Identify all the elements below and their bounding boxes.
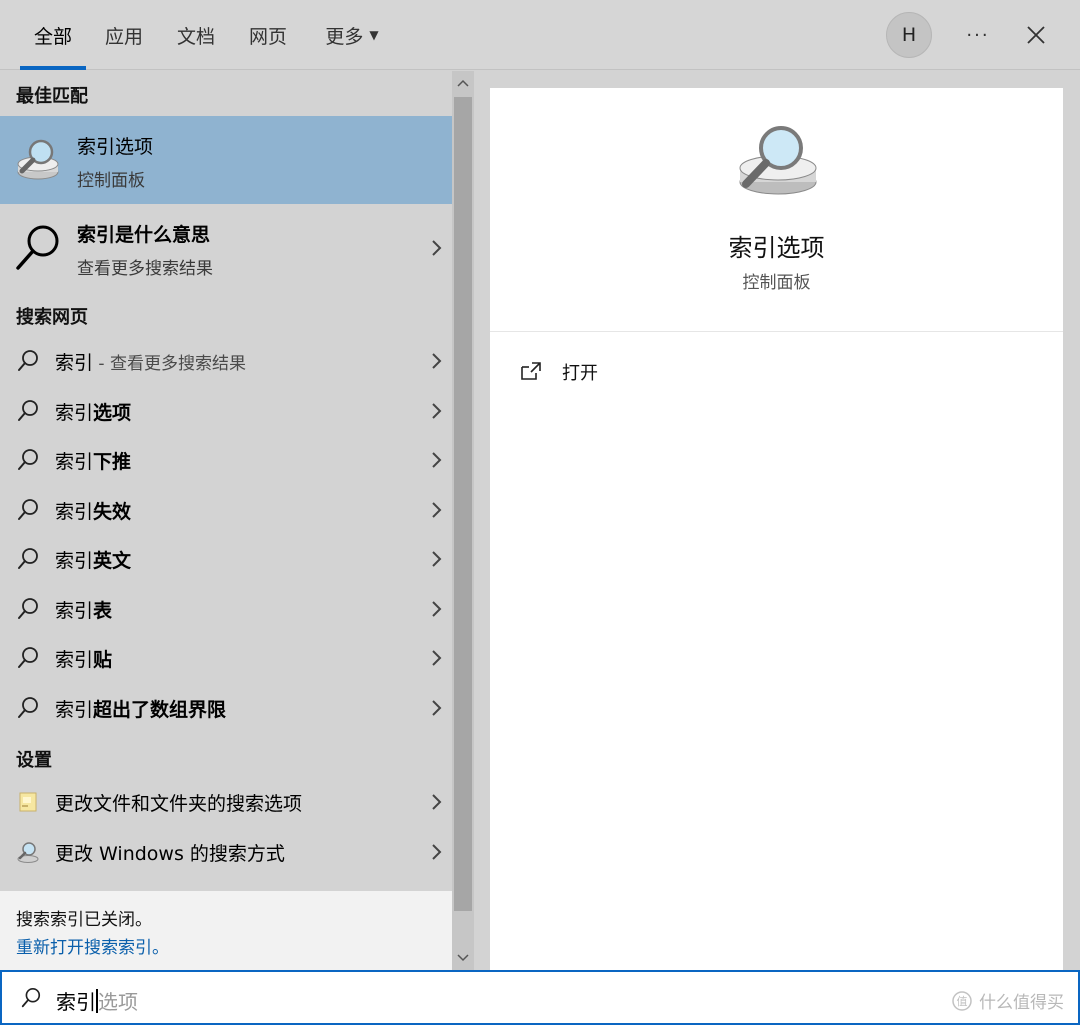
search-icon — [21, 988, 41, 1008]
section-title-web: 搜索网页 — [16, 307, 88, 328]
open-external-icon — [521, 362, 541, 380]
chevron-down-icon — [457, 954, 469, 962]
watermark: 值 什么值得买 — [951, 988, 1064, 1013]
search-typed-text: 索引 — [56, 990, 96, 1014]
chevron-right-icon — [432, 240, 442, 256]
web-search-item[interactable]: 索引英文 — [0, 535, 452, 583]
chevron-right-icon — [432, 794, 442, 810]
settings-item-folder-search[interactable]: 更改文件和文件夹的搜索选项 — [0, 778, 452, 826]
scroll-up-button[interactable] — [452, 71, 474, 95]
web-search-item[interactable]: 索引贴 — [0, 634, 452, 682]
web-item-hint: - 查看更多搜索结果 — [93, 353, 246, 374]
folder-options-icon — [19, 792, 37, 812]
chevron-right-icon — [432, 844, 442, 860]
search-icon — [18, 499, 38, 520]
web-search-item[interactable]: 索引选项 — [0, 387, 452, 435]
tab-apps[interactable]: 应用 — [96, 0, 152, 70]
chevron-right-icon — [432, 403, 442, 419]
indexing-notice: 搜索索引已关闭。 重新打开搜索索引。 — [0, 891, 452, 970]
web-search-item[interactable]: 索引 - 查看更多搜索结果 — [0, 337, 452, 385]
search-icon — [18, 350, 38, 371]
search-icon — [18, 449, 38, 470]
web-search-item[interactable]: 索引超出了数组界限 — [0, 684, 452, 732]
svg-text:值: 值 — [957, 995, 968, 1008]
search-icon — [18, 598, 38, 619]
scroll-down-button[interactable] — [452, 946, 474, 970]
chevron-up-icon — [457, 79, 469, 87]
chevron-right-icon — [432, 353, 442, 369]
tab-documents[interactable]: 文档 — [168, 0, 224, 70]
search-icon — [18, 647, 38, 668]
watermark-logo-icon: 值 — [952, 990, 972, 1011]
search-settings-icon — [17, 842, 39, 863]
detail-subtitle: 控制面板 — [742, 273, 811, 293]
avatar[interactable]: H — [886, 12, 932, 58]
web-result-subtitle: 查看更多搜索结果 — [77, 259, 213, 279]
tab-web[interactable]: 网页 — [240, 0, 296, 70]
web-search-item[interactable]: 索引失效 — [0, 486, 452, 534]
search-input[interactable]: 索引 选项 — [56, 986, 138, 1015]
search-box[interactable]: 索引 选项 值 什么值得买 — [0, 970, 1080, 1025]
chevron-right-icon — [432, 502, 442, 518]
best-match-subtitle: 控制面板 — [77, 171, 145, 191]
magnifier-icon — [16, 225, 59, 270]
detail-divider — [490, 331, 1063, 332]
reenable-indexing-link[interactable]: 重新打开搜索索引。 — [16, 933, 169, 958]
settings-item-windows-search[interactable]: 更改 Windows 的搜索方式 — [0, 828, 452, 876]
close-icon — [1027, 26, 1045, 44]
detail-title: 索引选项 — [728, 234, 825, 262]
section-title-settings: 设置 — [16, 750, 52, 771]
indexing-options-icon — [17, 139, 59, 180]
chevron-right-icon — [432, 551, 442, 567]
more-options-button[interactable]: ··· — [958, 16, 998, 54]
tab-more[interactable]: 更多 ▼ — [312, 0, 392, 70]
open-action[interactable]: 打开 — [520, 354, 720, 390]
open-action-label: 打开 — [562, 363, 598, 384]
web-result-item[interactable]: 索引是什么意思 查看更多搜索结果 — [0, 204, 452, 292]
best-match-title: 索引选项 — [77, 136, 154, 158]
indexing-options-icon — [739, 126, 817, 195]
detail-pane: 索引选项 控制面板 打开 — [490, 88, 1063, 970]
top-tab-bar: 全部 应用 文档 网页 更多 ▼ H ··· — [0, 0, 1080, 70]
chevron-right-icon — [432, 452, 442, 468]
watermark-text: 什么值得买 — [979, 993, 1064, 1013]
chevron-right-icon — [432, 650, 442, 666]
chevron-right-icon — [432, 601, 442, 617]
tab-all[interactable]: 全部 — [20, 0, 86, 70]
best-match-item[interactable]: 索引选项 控制面板 — [0, 116, 452, 204]
indexing-status-text: 搜索索引已关闭。 — [16, 910, 152, 930]
chevron-right-icon — [432, 700, 442, 716]
section-title-best-match: 最佳匹配 — [16, 86, 88, 107]
close-button[interactable] — [1016, 16, 1056, 54]
search-icon — [18, 548, 38, 569]
web-result-title: 索引是什么意思 — [77, 224, 211, 246]
web-search-item[interactable]: 索引下推 — [0, 436, 452, 484]
results-list: 最佳匹配 索引选项 控制面板 索引是什么意思 查看更多搜索结果 搜索网页 索引 … — [0, 71, 452, 891]
search-icon — [18, 400, 38, 421]
scroll-thumb[interactable] — [454, 97, 472, 911]
web-item-prefix: 索引 — [55, 351, 94, 374]
results-scrollbar[interactable] — [452, 71, 474, 970]
search-icon — [18, 697, 38, 718]
web-search-item[interactable]: 索引表 — [0, 585, 452, 633]
caret-down-icon: ▼ — [369, 28, 379, 42]
search-suggestion-text: 选项 — [98, 990, 138, 1014]
